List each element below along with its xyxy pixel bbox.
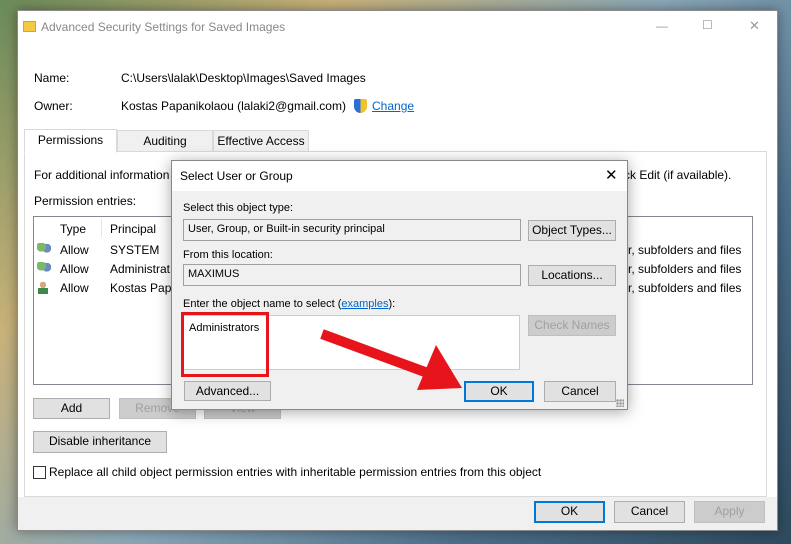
red-arrow-annotation: [320, 329, 462, 390]
